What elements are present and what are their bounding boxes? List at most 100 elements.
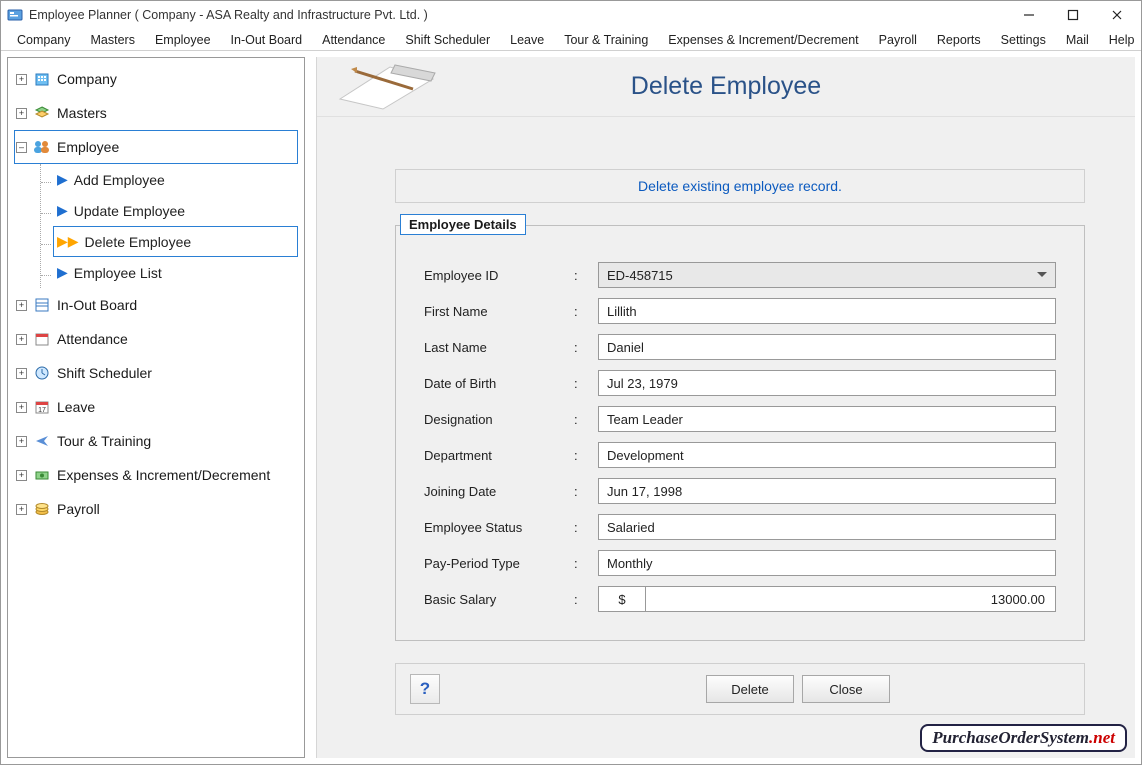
expand-icon[interactable]: +	[16, 74, 27, 85]
tree-child-employee-list[interactable]: ▶ Employee List	[53, 257, 298, 288]
watermark: PurchaseOrderSystem.net	[920, 724, 1127, 752]
menu-tour[interactable]: Tour & Training	[554, 31, 658, 49]
people-icon	[33, 138, 51, 156]
stack-icon	[33, 104, 51, 122]
coins-icon	[33, 500, 51, 518]
content-header: Delete Employee	[317, 57, 1135, 117]
tree-node-company[interactable]: + Company	[14, 62, 298, 96]
notepad-icon	[335, 59, 445, 118]
plane-icon	[33, 432, 51, 450]
board-icon	[33, 296, 51, 314]
expand-icon[interactable]: +	[16, 334, 27, 345]
designation-field[interactable]: Team Leader	[598, 406, 1056, 432]
tree-child-update-employee[interactable]: ▶Update Employee	[53, 195, 298, 226]
window-minimize-button[interactable]	[1007, 1, 1051, 29]
menu-company[interactable]: Company	[7, 31, 81, 49]
group-legend: Employee Details	[400, 214, 526, 235]
expand-icon[interactable]: +	[16, 368, 27, 379]
close-button[interactable]: Close	[802, 675, 890, 703]
tree-label: Payroll	[57, 501, 100, 517]
label-dob: Date of Birth	[424, 376, 574, 391]
menu-masters[interactable]: Masters	[81, 31, 145, 49]
svg-text:17: 17	[38, 407, 46, 414]
menu-employee[interactable]: Employee	[145, 31, 221, 49]
window-titlebar: Employee Planner ( Company - ASA Realty …	[1, 1, 1141, 29]
menu-shift[interactable]: Shift Scheduler	[395, 31, 500, 49]
tree-node-inout[interactable]: + In-Out Board	[14, 288, 298, 322]
tree-child-add-employee[interactable]: ▶ Add Employee	[53, 164, 298, 195]
joining-date-field[interactable]: Jun 17, 1998	[598, 478, 1056, 504]
menu-payroll[interactable]: Payroll	[869, 31, 927, 49]
tree-label: In-Out Board	[57, 297, 137, 313]
arrow-icon: ▶▶	[57, 233, 79, 250]
dob-field[interactable]: Jul 23, 1979	[598, 370, 1056, 396]
label-designation: Designation	[424, 412, 574, 427]
menu-inout[interactable]: In-Out Board	[221, 31, 313, 49]
window-close-button[interactable]	[1095, 1, 1139, 29]
label-department: Department	[424, 448, 574, 463]
first-name-field[interactable]: Lillith	[598, 298, 1056, 324]
menu-settings[interactable]: Settings	[991, 31, 1056, 49]
menu-expenses[interactable]: Expenses & Increment/Decrement	[658, 31, 868, 49]
tree-child-label: Delete Employee	[85, 234, 192, 250]
tree-node-attendance[interactable]: +Attendance	[14, 322, 298, 356]
menubar: Company Masters Employee In-Out Board At…	[1, 29, 1141, 51]
page-title: Delete Employee	[631, 72, 821, 101]
tree-label: Employee	[57, 139, 119, 155]
expand-icon[interactable]: +	[16, 504, 27, 515]
employee-details-group: Employee Details Employee ID : ED-458715…	[395, 225, 1085, 641]
split-divider[interactable]	[309, 51, 314, 764]
tree-child-label: Update Employee	[74, 203, 185, 219]
tree-node-employee[interactable]: – Employee	[14, 130, 298, 164]
expand-icon[interactable]: +	[16, 108, 27, 119]
money-icon	[33, 466, 51, 484]
app-icon	[7, 7, 23, 23]
arrow-icon: ▶	[57, 171, 68, 188]
label-first-name: First Name	[424, 304, 574, 319]
label-employee-id: Employee ID	[424, 268, 574, 283]
tree-node-leave[interactable]: +17Leave	[14, 390, 298, 424]
status-field[interactable]: Salaried	[598, 514, 1056, 540]
expand-icon[interactable]: +	[16, 300, 27, 311]
window-title: Employee Planner ( Company - ASA Realty …	[29, 8, 1007, 22]
sidebar-tree[interactable]: + Company + Masters – Employee	[7, 57, 305, 758]
menu-reports[interactable]: Reports	[927, 31, 991, 49]
menu-help[interactable]: Help	[1099, 31, 1142, 49]
last-name-field[interactable]: Daniel	[598, 334, 1056, 360]
tree-label: Company	[57, 71, 117, 87]
tree-child-delete-employee[interactable]: ▶▶ Delete Employee	[53, 226, 298, 257]
building-icon	[33, 70, 51, 88]
help-button[interactable]: ?	[410, 674, 440, 704]
menu-mail[interactable]: Mail	[1056, 31, 1099, 49]
expand-icon[interactable]: +	[16, 436, 27, 447]
employee-id-value: ED-458715	[607, 268, 673, 283]
menu-leave[interactable]: Leave	[500, 31, 554, 49]
tree-label: Tour & Training	[57, 433, 151, 449]
calendar-icon	[33, 330, 51, 348]
employee-id-select[interactable]: ED-458715	[598, 262, 1056, 288]
tree-node-shift[interactable]: + Shift Scheduler	[14, 356, 298, 390]
expand-icon[interactable]: +	[16, 470, 27, 481]
basic-salary-field[interactable]: 13000.00	[646, 586, 1056, 612]
tree-label: Expenses & Increment/Decrement	[57, 467, 270, 483]
menu-attendance[interactable]: Attendance	[312, 31, 395, 49]
expand-icon[interactable]: +	[16, 402, 27, 413]
tree-node-masters[interactable]: + Masters	[14, 96, 298, 130]
action-bar: ? Delete Close	[395, 663, 1085, 715]
pay-period-field[interactable]: Monthly	[598, 550, 1056, 576]
tree-node-tour[interactable]: + Tour & Training	[14, 424, 298, 458]
label-status: Employee Status	[424, 520, 574, 535]
tree-label: Shift Scheduler	[57, 365, 152, 381]
label-last-name: Last Name	[424, 340, 574, 355]
content-pane: Delete Employee Delete existing employee…	[316, 57, 1135, 758]
tree-node-expenses[interactable]: + Expenses & Increment/Decrement	[14, 458, 298, 492]
collapse-icon[interactable]: –	[16, 142, 27, 153]
window-maximize-button[interactable]	[1051, 1, 1095, 29]
tree-child-label: Employee List	[74, 265, 162, 281]
tree-child-label: Add Employee	[74, 172, 165, 188]
department-field[interactable]: Development	[598, 442, 1056, 468]
arrow-icon: ▶	[57, 264, 68, 281]
clock-icon	[33, 364, 51, 382]
delete-button[interactable]: Delete	[706, 675, 794, 703]
tree-node-payroll[interactable]: + Payroll	[14, 492, 298, 526]
